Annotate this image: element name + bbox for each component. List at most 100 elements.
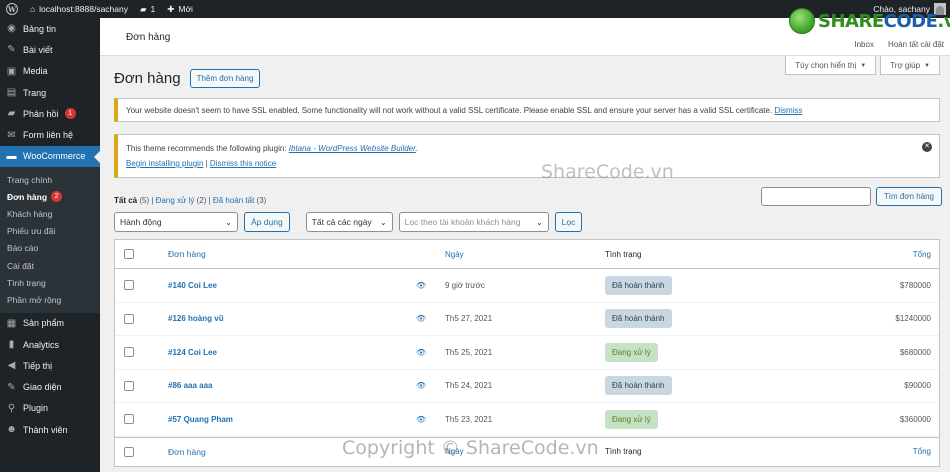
row-checkbox[interactable] — [124, 414, 134, 425]
submenu-item[interactable]: Báo cáo — [0, 240, 100, 257]
order-status-cell: Đang xử lý — [605, 409, 658, 429]
sidebar-item-dashboard[interactable]: ◉ Bảng tin — [0, 18, 100, 39]
eye-icon[interactable]: 👁 — [416, 314, 426, 323]
submenu-item[interactable]: Khách hàng — [0, 205, 100, 222]
new-label: Mới — [178, 4, 193, 14]
order-date: Th5 27, 2021 — [445, 314, 493, 324]
watermark-bottom: Copyright © ShareCode.vn — [342, 437, 599, 459]
sidebar-item-users[interactable]: ☻ Thành viên — [0, 419, 100, 440]
submenu-item[interactable]: Phần mở rộng — [0, 291, 100, 308]
order-link[interactable]: #140 Coi Lee — [168, 281, 217, 290]
sidebar-item-media[interactable]: ▣ Media — [0, 61, 100, 82]
sidebar-item-products[interactable]: ▦ Sản phẩm — [0, 313, 100, 334]
site-url: localhost:8888/sachany — [39, 4, 128, 14]
order-link[interactable]: #124 Coi Lee — [168, 348, 217, 357]
order-date: Th5 25, 2021 — [445, 347, 493, 357]
date-filter-select[interactable]: Tất cả các ngày ⌄ — [305, 212, 393, 232]
filter-button[interactable]: Lọc — [554, 212, 583, 232]
order-search-input[interactable] — [760, 187, 871, 206]
mail-icon: ✉ — [7, 129, 16, 141]
begin-installing-link[interactable]: Begin installing plugin — [126, 159, 203, 168]
help-button[interactable]: Trợ giúp ▼ — [880, 56, 940, 75]
wordpress-logo-icon: W — [6, 3, 18, 15]
eye-icon[interactable]: 👁 — [416, 381, 426, 390]
row-checkbox[interactable] — [124, 380, 134, 391]
order-status-cell: Đã hoàn thành — [605, 309, 672, 329]
order-link[interactable]: #126 hoàng vũ — [168, 314, 224, 323]
order-link[interactable]: #57 Quang Pham — [168, 415, 233, 424]
home-icon: ⌂ — [30, 4, 36, 14]
row-checkbox[interactable] — [124, 280, 134, 291]
plus-icon: ✚ — [167, 3, 175, 14]
column-status-footer: Tình trạng — [605, 447, 642, 456]
select-all-checkbox[interactable] — [124, 249, 134, 259]
screen-options-button[interactable]: Tùy chọn hiển thị ▼ — [785, 56, 877, 75]
dismiss-notice-link[interactable]: Dismiss this notice — [210, 159, 276, 168]
order-date: Th5 23, 2021 — [445, 414, 493, 424]
sidebar-item-megaphone[interactable]: ◀ Tiếp thị — [0, 355, 100, 376]
filter-all-link[interactable]: Tất cả — [114, 196, 137, 205]
new-content-link[interactable]: ✚ Mới — [161, 0, 199, 18]
sidebar-item-label: Analytics — [23, 339, 60, 350]
sidebar-item-analytics[interactable]: ▮ Analytics — [0, 334, 100, 355]
row-checkbox[interactable] — [124, 313, 134, 324]
column-total[interactable]: Tổng — [913, 250, 931, 259]
count-badge: 1 — [64, 108, 76, 120]
select-all-checkbox-footer[interactable] — [124, 446, 134, 457]
order-total: $780000 — [899, 280, 931, 290]
eye-icon[interactable]: 👁 — [416, 281, 426, 290]
sidebar-item-label: Sản phẩm — [23, 318, 65, 329]
submenu-item[interactable]: Trang chính — [0, 171, 100, 188]
comments-link[interactable]: ▰ 1 — [134, 0, 161, 18]
watermark-middle: ShareCode.vn — [541, 161, 674, 183]
add-order-button[interactable]: Thêm đơn hàng — [189, 69, 261, 88]
eye-icon[interactable]: 👁 — [416, 348, 426, 357]
submenu-item[interactable]: Tình trạng — [0, 274, 100, 291]
filter-processing-link[interactable]: Đang xử lý — [156, 196, 195, 205]
table-row: #86 aaa aaa 👁 Th5 24, 2021 Đã hoàn thành $90… — [115, 370, 939, 403]
pin-icon: ✎ — [7, 44, 16, 56]
column-order-footer[interactable]: Đơn hàng — [168, 447, 206, 457]
sidebar-item-page[interactable]: ▤ Trang — [0, 82, 100, 103]
filter-completed-link[interactable]: Đã hoàn tất — [213, 196, 254, 205]
row-checkbox[interactable] — [124, 347, 134, 358]
order-total: $680000 — [899, 347, 931, 357]
column-order[interactable]: Đơn hàng — [168, 249, 206, 259]
sidebar-item-appearance[interactable]: ✎ Giao diện — [0, 376, 100, 397]
submenu-item[interactable]: Đơn hàng 2 — [0, 188, 100, 205]
sidebar-item-woocommerce[interactable]: ▬ WooCommerce — [0, 145, 100, 168]
sidebar-item-label: Tiếp thị — [23, 360, 53, 371]
submenu-item[interactable]: Cài đặt — [0, 257, 100, 274]
sidebar-item-comment[interactable]: ▰ Phản hồi 1 — [0, 103, 100, 124]
status-badge: Đã hoàn thành — [605, 376, 672, 396]
ssl-dismiss-link[interactable]: Dismiss — [774, 106, 802, 115]
woocommerce-icon: ▬ — [6, 150, 17, 162]
order-link[interactable]: #86 aaa aaa — [168, 381, 213, 390]
inbox-link[interactable]: Inbox — [854, 40, 874, 49]
column-total-footer[interactable]: Tổng — [913, 447, 931, 456]
page-title: Đơn hàng — [114, 70, 181, 87]
wp-logo-menu[interactable]: W — [0, 0, 24, 18]
sidebar-item-plugin[interactable]: ⚲ Plugin — [0, 398, 100, 419]
order-status-cell: Đã hoàn thành — [605, 275, 672, 295]
order-date: Th5 24, 2021 — [445, 381, 493, 391]
customer-filter-select[interactable]: Lọc theo tài khoản khách hàng ⌄ — [398, 212, 549, 232]
help-label: Trợ giúp — [890, 61, 921, 70]
sidebar-item-pin[interactable]: ✎ Bài viết — [0, 39, 100, 60]
close-icon[interactable]: ✕ — [922, 142, 932, 152]
submenu-item-label: Cài đặt — [7, 260, 34, 271]
table-header: Đơn hàng Ngày Tình trạng Tổng — [115, 240, 939, 269]
submenu-item[interactable]: Phiếu ưu đãi — [0, 223, 100, 240]
media-icon: ▣ — [6, 65, 17, 77]
order-total: $360000 — [899, 414, 931, 424]
eye-icon[interactable]: 👁 — [416, 415, 426, 424]
plugin-link[interactable]: Ibtana - WordPress Website Builder — [289, 144, 416, 153]
bulk-action-select[interactable]: Hành động ⌄ — [114, 212, 238, 232]
apply-button[interactable]: Áp dụng — [244, 212, 290, 232]
sidebar-item-mail[interactable]: ✉ Form liên hệ — [0, 124, 100, 145]
page-icon: ▤ — [6, 87, 17, 99]
finish-setup-link[interactable]: Hoàn tất cài đặt — [888, 40, 944, 49]
column-date[interactable]: Ngày — [445, 250, 464, 259]
site-name-link[interactable]: ⌂ localhost:8888/sachany — [24, 0, 134, 18]
search-orders-button[interactable]: Tìm đơn hàng — [875, 187, 942, 206]
